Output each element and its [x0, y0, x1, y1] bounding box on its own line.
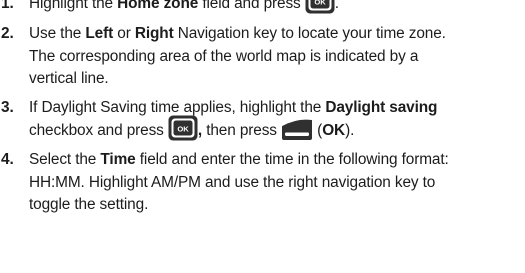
step-line: vertical line.	[29, 70, 109, 88]
step-number: 3.	[1, 99, 14, 116]
step-line: checkbox and press OK, then press (OK).	[29, 115, 523, 143]
home-zone-term: Home zone	[117, 0, 199, 12]
step-line: Select the Time field and enter the time…	[29, 151, 449, 168]
step-text: Use the Left or Right Navigation key to …	[29, 23, 523, 91]
ok-key-icon: OK	[305, 0, 335, 14]
step-line: The corresponding area of the world map …	[29, 47, 419, 65]
time-term: Time	[100, 151, 136, 168]
ok-key-icon: OK	[168, 115, 198, 141]
instruction-page: 1. Highlight the Home zone field and pre…	[0, 0, 525, 273]
step-line: HH:MM. Highlight AM/PM and use the right…	[29, 173, 436, 191]
step-text: Select the Time field and enter the time…	[29, 149, 523, 217]
step-number: 1.	[1, 0, 14, 12]
right-key-term: Right	[134, 25, 174, 42]
left-key-term: Left	[85, 25, 114, 42]
step-number: 4.	[1, 151, 14, 168]
step-line: toggle the setting.	[29, 196, 149, 214]
daylight-saving-term: Daylight saving	[325, 99, 438, 116]
ok-key-label: OK	[177, 124, 189, 133]
step-line: If Daylight Saving time applies, highlig…	[29, 99, 438, 116]
ok-key-label: OK	[314, 0, 326, 7]
step-line: Highlight the Home zone field and press …	[29, 0, 523, 16]
ok-term: OK	[322, 121, 346, 139]
left-soft-key-icon	[281, 118, 313, 141]
step-text: If Daylight Saving time applies, highlig…	[29, 97, 523, 142]
step-text: Highlight the Home zone field and press …	[29, 0, 523, 16]
step-number: 2.	[1, 25, 14, 42]
step-line: Use the Left or Right Navigation key to …	[29, 25, 446, 42]
